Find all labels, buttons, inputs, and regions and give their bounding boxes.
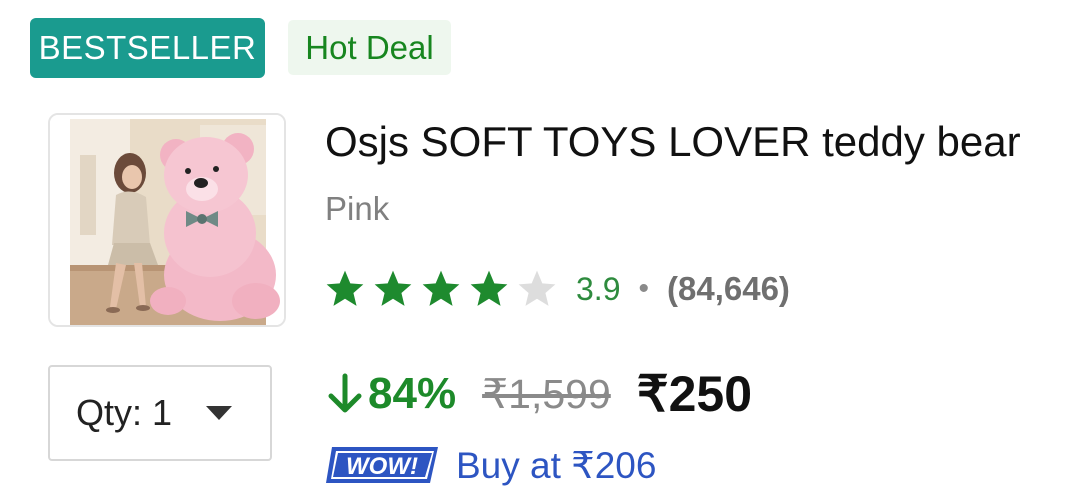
bestseller-badge: BESTSELLER <box>30 18 265 78</box>
product-variant: Pink <box>325 190 390 227</box>
product-title[interactable]: Osjs SOFT TOYS LOVER teddy bear <box>325 118 1060 166</box>
wow-offer[interactable]: WOW! Buy at ₹206 <box>324 440 656 490</box>
discount-percent: 84% <box>368 369 457 418</box>
star-empty-icon <box>518 270 556 306</box>
teddy-bear-photo <box>50 115 284 325</box>
original-price: ₹1,599 <box>482 371 611 417</box>
wow-logo-text: WOW! <box>346 453 418 480</box>
rating-value: 3.9 <box>576 270 621 307</box>
selling-price: ₹250 <box>636 366 752 422</box>
price-row: 84% ₹1,599 ₹250 <box>326 362 752 426</box>
star-filled-icon <box>326 270 364 306</box>
caret-down-icon <box>206 406 233 420</box>
rating-separator: • <box>638 272 649 305</box>
rating-row: 3.9 • (84,646) <box>322 266 790 312</box>
rating-count: (84,646) <box>667 270 790 307</box>
star-filled-icon <box>470 270 508 306</box>
quantity-label: Qty: 1 <box>76 392 173 433</box>
arrow-down-icon <box>328 373 362 413</box>
product-image[interactable] <box>48 113 286 327</box>
quantity-selector[interactable]: Qty: 1 <box>48 365 272 461</box>
hot-deal-badge: Hot Deal <box>288 20 451 75</box>
product-card[interactable]: BESTSELLER Hot Deal Osjs SOFT TOYS LOVER… <box>0 0 1080 494</box>
wow-logo: WOW! <box>326 447 438 483</box>
star-filled-icon <box>374 270 412 306</box>
star-filled-icon <box>422 270 460 306</box>
buy-at-offer-price: Buy at ₹206 <box>456 444 657 486</box>
star-rating <box>322 267 562 311</box>
